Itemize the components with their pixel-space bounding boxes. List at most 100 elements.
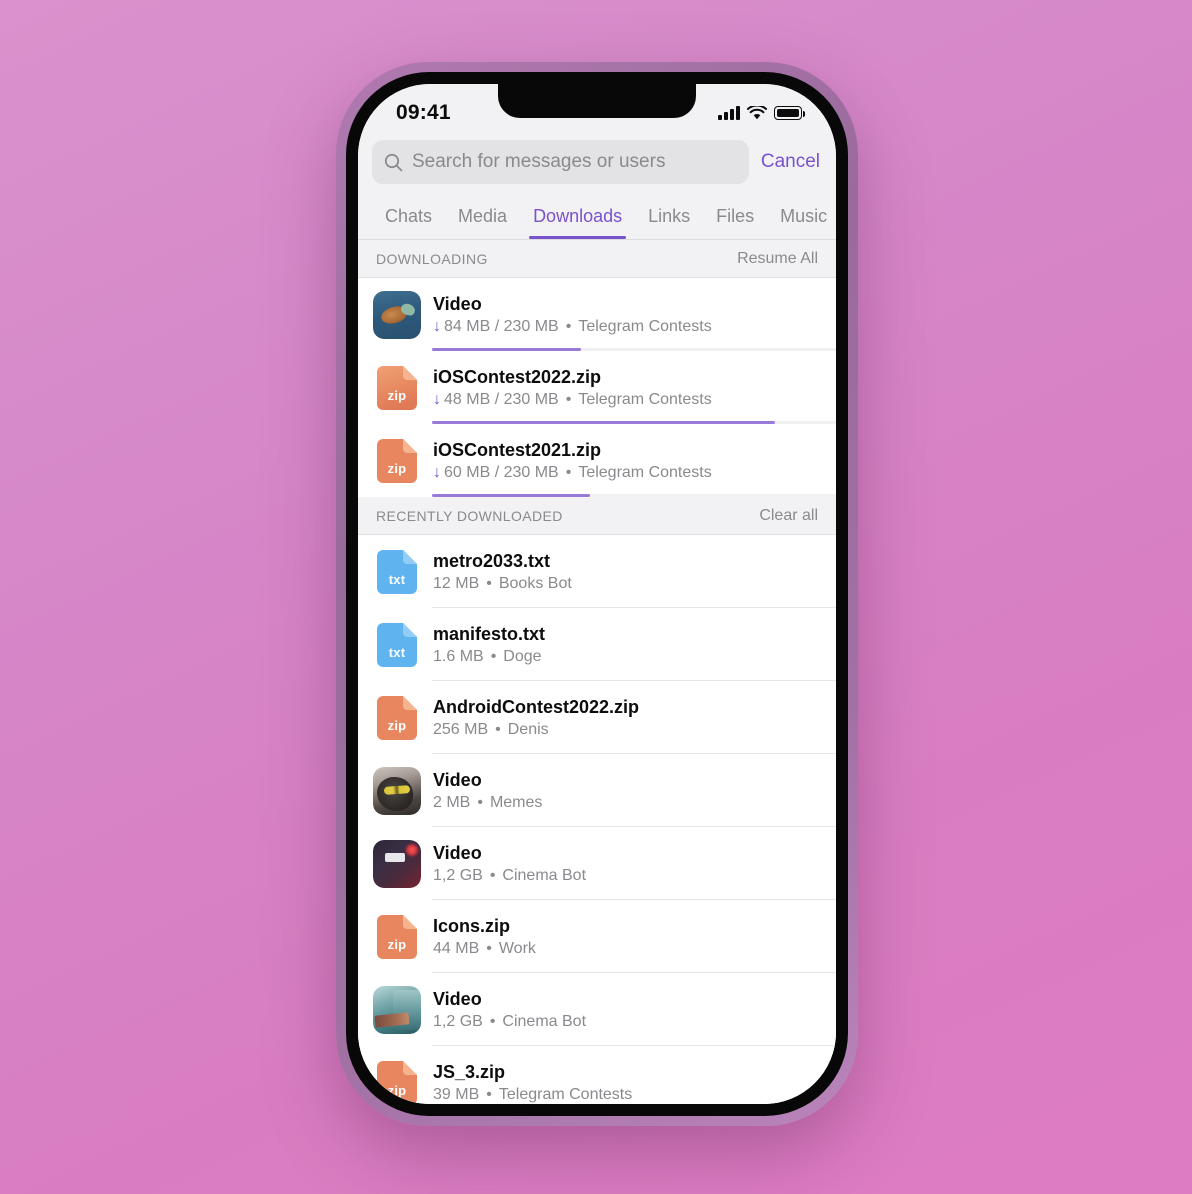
file-source: Telegram Contests [578,390,712,408]
list-item[interactable]: txt metro2033.txt 12 MB • Books Bot [358,535,836,608]
file-meta: 1,2 GB • Cinema Bot [433,867,836,885]
file-size: 1.6 MB [433,647,484,665]
file-size: 12 MB [433,574,480,592]
tab-music[interactable]: Music [767,206,836,239]
phone-device-frame: 09:41 Search for messages or users Cance… [336,62,858,1126]
tab-downloads[interactable]: Downloads [520,206,635,239]
file-source: Telegram Contests [498,1085,633,1103]
file-name: Video [433,293,482,314]
meta-separator: • [486,1085,492,1103]
file-meta: ↓ 48 MB / 230 MB • Telegram Contests [433,391,836,409]
file-source: Work [498,939,536,957]
status-bar-clock: 09:41 [396,101,451,124]
row-body: manifesto.txt 1.6 MB • Doge [421,624,836,666]
row-body: Video 1,2 GB • Cinema Bot [421,843,836,885]
download-arrow-icon: ↓ [433,390,441,408]
downloading-row[interactable]: Video ↓ 84 MB / 230 MB • Telegram Contes… [358,278,836,351]
list-item[interactable]: txt manifesto.txt 1.6 MB • Doge [358,608,836,681]
download-progress-text: 84 MB / 230 MB [444,317,559,335]
list-item[interactable]: zip AndroidContest2022.zip 256 MB • Deni… [358,681,836,754]
txt-file-icon: txt [373,621,421,669]
file-name: JS_3.zip [433,1061,506,1082]
list-item[interactable]: Video 2 MB • Memes [358,754,836,827]
file-name: metro2033.txt [433,550,551,571]
zip-file-icon: zip [373,364,421,412]
zip-file-icon: zip [373,694,421,742]
file-extension-label: txt [388,644,406,660]
row-body: Video 2 MB • Memes [421,770,836,812]
app-screen: 09:41 Search for messages or users Cance… [358,84,836,1104]
file-meta: 2 MB • Memes [433,794,836,812]
downloading-row[interactable]: zip iOSContest2022.zip ↓ 48 MB / 230 MB … [358,351,836,424]
file-name: Video [433,988,482,1009]
file-meta: 39 MB • Telegram Contests [433,1086,836,1104]
video-thumbnail-turtle [373,290,421,339]
download-progress-text: 60 MB / 230 MB [444,463,559,481]
file-extension-label: zip [387,460,407,476]
search-input[interactable]: Search for messages or users [372,140,749,184]
list-item[interactable]: Video 1,2 GB • Cinema Bot [358,827,836,900]
recent-section-title: RECENTLY DOWNLOADED [376,507,563,524]
row-body: iOSContest2022.zip ↓ 48 MB / 230 MB • Te… [421,367,836,409]
zip-file-icon: zip [373,1059,421,1104]
row-body: Video 1,2 GB • Cinema Bot [421,989,836,1031]
meta-separator: • [565,390,572,408]
recently-downloaded-list: txt metro2033.txt 12 MB • Books Bot txt … [358,535,836,1104]
search-icon [384,153,403,171]
list-item[interactable]: zip JS_3.zip 39 MB • Telegram Contests [358,1046,836,1104]
downloading-row[interactable]: zip iOSContest2021.zip ↓ 60 MB / 230 MB … [358,424,836,497]
zip-file-icon: zip [373,437,421,485]
file-meta: 1,2 GB • Cinema Bot [433,1013,836,1031]
file-source: Telegram Contests [578,317,712,335]
tab-chats[interactable]: Chats [372,206,445,239]
tab-files[interactable]: Files [703,206,767,239]
download-arrow-icon: ↓ [433,463,441,481]
file-name: Icons.zip [433,915,511,936]
file-size: 2 MB [433,793,471,811]
row-body: Video ↓ 84 MB / 230 MB • Telegram Contes… [421,294,836,336]
file-name: Video [433,842,482,863]
zip-file-icon: zip [373,913,421,961]
download-progress-fill [432,493,590,497]
file-meta: ↓ 60 MB / 230 MB • Telegram Contests [433,464,836,482]
row-body: JS_3.zip 39 MB • Telegram Contests [421,1062,836,1104]
file-size: 39 MB [433,1085,480,1103]
cancel-button[interactable]: Cancel [761,151,822,173]
recent-section-header: RECENTLY DOWNLOADED Clear all [358,497,836,535]
file-name: Video [433,769,482,790]
wifi-icon [747,105,767,119]
file-name: iOSContest2021.zip [433,439,602,460]
meta-separator: • [486,939,492,957]
file-extension-label: zip [387,936,407,952]
file-meta: 44 MB • Work [433,940,836,958]
video-thumbnail-cat [373,766,421,815]
file-source: Books Bot [498,574,572,592]
device-notch [498,84,696,118]
search-header: Search for messages or users Cancel [358,134,836,194]
search-placeholder: Search for messages or users [412,151,666,172]
list-item[interactable]: Video 1,2 GB • Cinema Bot [358,973,836,1046]
tab-links[interactable]: Links [635,206,703,239]
meta-separator: • [489,1012,496,1030]
file-meta: ↓ 84 MB / 230 MB • Telegram Contests [433,318,836,336]
file-size: 1,2 GB [433,1012,483,1030]
download-progress-text: 48 MB / 230 MB [444,390,559,408]
row-body: Icons.zip 44 MB • Work [421,916,836,958]
downloading-section-header: DOWNLOADING Resume All [358,240,836,278]
tab-media[interactable]: Media [445,206,520,239]
file-name: AndroidContest2022.zip [433,696,640,717]
clear-all-button[interactable]: Clear all [759,507,818,525]
row-body: metro2033.txt 12 MB • Books Bot [421,551,836,593]
file-size: 256 MB [433,720,489,738]
file-source: Denis [507,720,549,738]
download-progress-bar [432,493,836,497]
file-meta: 256 MB • Denis [433,721,836,739]
meta-separator: • [477,793,483,811]
list-item[interactable]: zip Icons.zip 44 MB • Work [358,900,836,973]
file-name: iOSContest2022.zip [433,366,602,387]
resume-all-button[interactable]: Resume All [737,250,818,268]
search-tabs: Chats Media Downloads Links Files Music [358,194,836,240]
file-source: Doge [503,647,542,665]
file-meta: 1.6 MB • Doge [433,648,836,666]
row-body: AndroidContest2022.zip 256 MB • Denis [421,697,836,739]
